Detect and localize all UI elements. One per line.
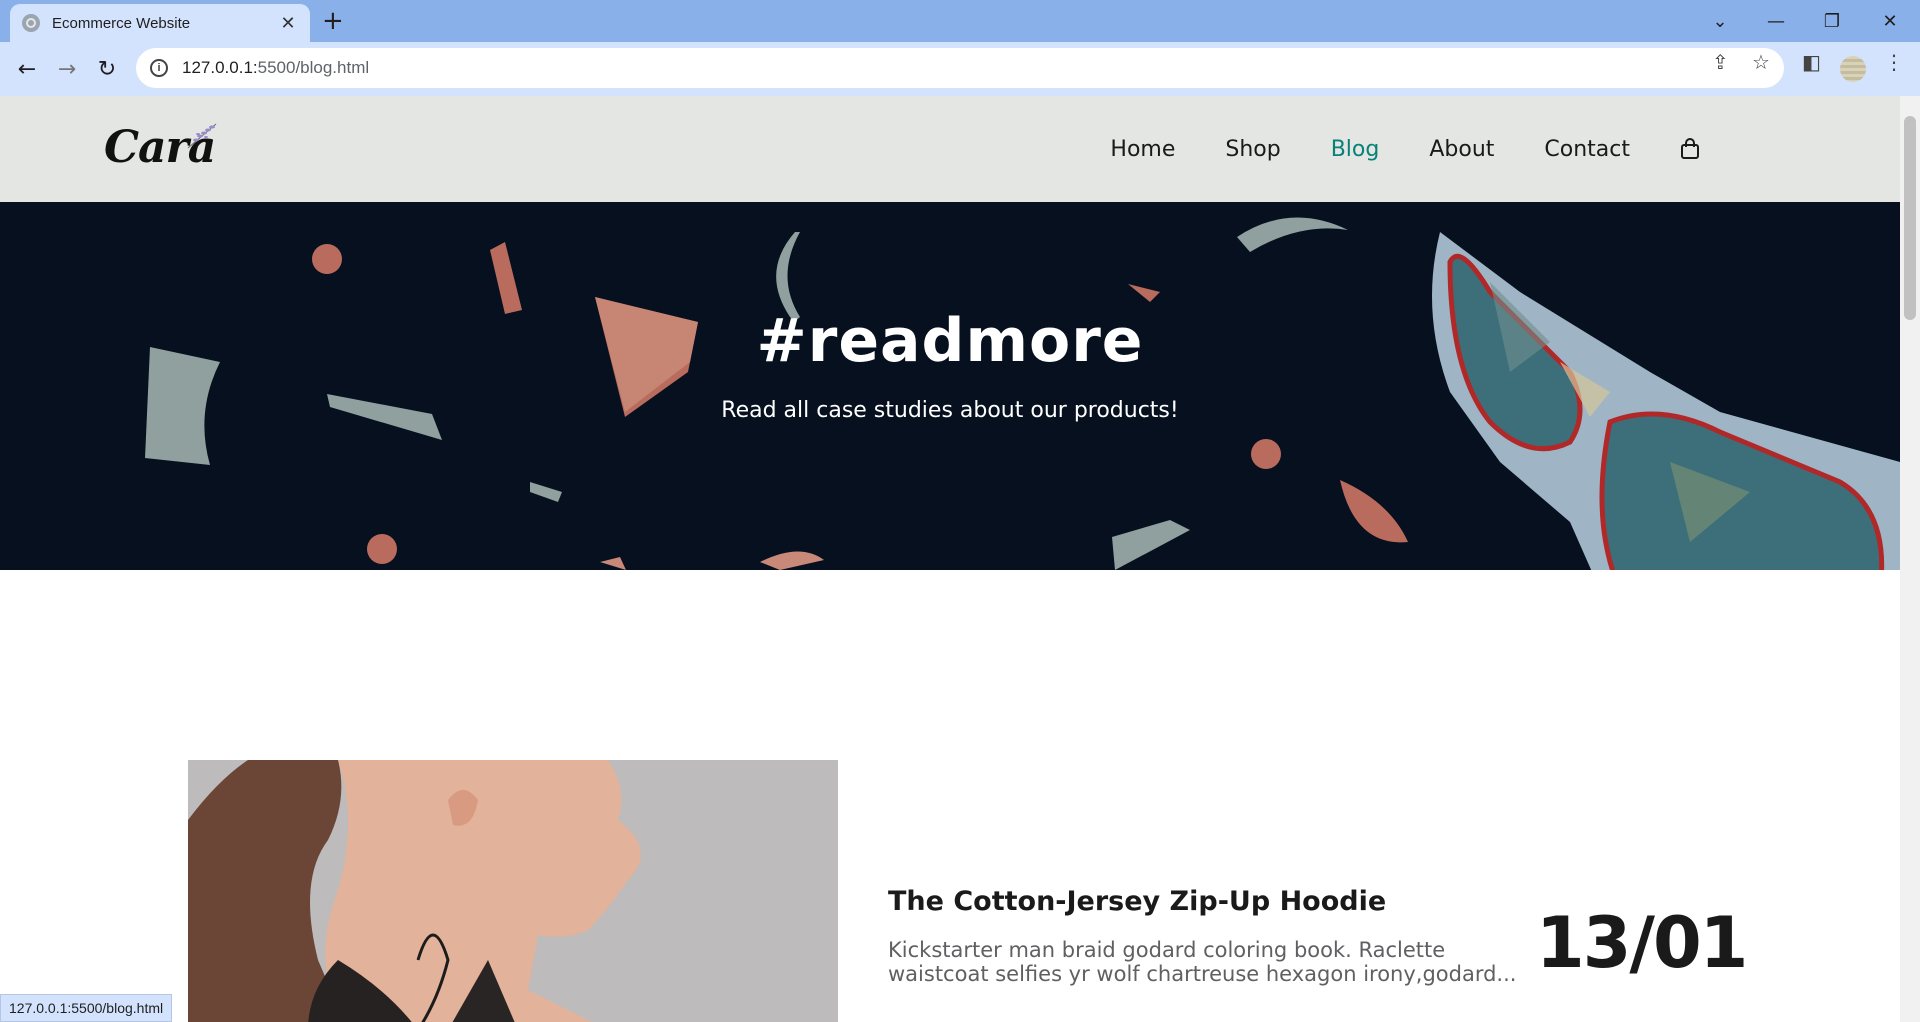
side-panel-icon[interactable]: ◧: [1802, 50, 1821, 74]
menu-kebab-icon[interactable]: ⋮: [1884, 50, 1904, 74]
browser-toolbar: ← → ↻ i 127.0.0.1:5500/blog.html ⇪ ☆ ◧ ⋮: [0, 42, 1920, 96]
url-text: 127.0.0.1:5500/blog.html: [182, 58, 369, 78]
lavender-icon: [187, 123, 217, 149]
bookmark-star-icon[interactable]: ☆: [1752, 50, 1770, 74]
restore-button[interactable]: ❐: [1804, 0, 1860, 42]
reload-icon[interactable]: ↻: [92, 54, 122, 84]
blog-post-excerpt: Kickstarter man braid godard coloring bo…: [888, 938, 1517, 986]
main-nav: Home Shop Blog About Contact: [1110, 96, 1700, 202]
browser-tab-bar: Ecommerce Website ✕ + ⌄ — ❐ ✕: [0, 0, 1920, 42]
close-window-button[interactable]: ✕: [1862, 0, 1918, 42]
url-path: 5500/blog.html: [257, 58, 370, 77]
tab-close-icon[interactable]: ✕: [278, 13, 298, 34]
blog-post-title[interactable]: The Cotton-Jersey Zip-Up Hoodie: [888, 886, 1386, 917]
scrollbar-thumb[interactable]: [1904, 116, 1916, 320]
page-hero: #readmore Read all case studies about ou…: [0, 202, 1900, 570]
share-icon[interactable]: ⇪: [1712, 50, 1729, 74]
nav-contact[interactable]: Contact: [1544, 137, 1630, 162]
back-icon[interactable]: ←: [12, 54, 42, 84]
globe-icon: [22, 14, 40, 32]
site-header: Cara Home Shop Blog About Contact: [0, 96, 1900, 202]
tab-title: Ecommerce Website: [52, 14, 191, 32]
nav-about[interactable]: About: [1429, 137, 1494, 162]
minimize-button[interactable]: —: [1748, 0, 1804, 42]
page-viewport: Cara Home Shop Blog About Contact #readm…: [0, 96, 1920, 1022]
profile-avatar[interactable]: [1840, 56, 1866, 82]
blog-photo-art: [188, 760, 838, 1022]
shopping-bag-icon[interactable]: [1680, 138, 1700, 160]
url-host: 127.0.0.1:: [182, 58, 258, 77]
status-bar-url: 127.0.0.1:5500/blog.html: [0, 994, 173, 1022]
nav-shop[interactable]: Shop: [1225, 137, 1280, 162]
tab-search-icon[interactable]: ⌄: [1692, 0, 1748, 42]
site-info-icon[interactable]: i: [150, 59, 168, 77]
hero-subtitle: Read all case studies about our products…: [721, 398, 1179, 423]
new-tab-button[interactable]: +: [322, 6, 344, 36]
nav-blog[interactable]: Blog: [1331, 137, 1380, 162]
blog-post-date: 13/01: [1536, 902, 1748, 984]
hero-confetti-art: [145, 217, 1900, 570]
page-scrollbar[interactable]: [1900, 96, 1920, 1022]
blog-post-image[interactable]: [188, 760, 838, 1022]
hero-title: #readmore: [756, 306, 1144, 376]
nav-home[interactable]: Home: [1110, 137, 1175, 162]
forward-icon[interactable]: →: [52, 54, 82, 84]
browser-tab[interactable]: Ecommerce Website ✕: [10, 4, 310, 42]
address-bar[interactable]: i 127.0.0.1:5500/blog.html: [136, 48, 1784, 88]
